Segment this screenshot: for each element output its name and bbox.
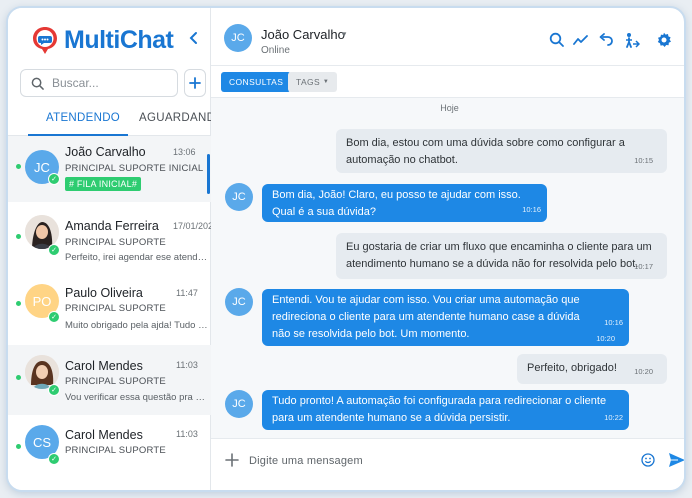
search-icon[interactable] [549, 32, 565, 48]
message-time: 10:17 [634, 262, 653, 271]
message-time: 10:16 [604, 318, 623, 327]
message-area[interactable]: Hoje Bom dia, estou com uma dúvida sobre… [211, 98, 684, 438]
contact-last-message: Muito obrigado pela ajda! Tudo resolvido [65, 320, 208, 331]
contact-queue: PRINCIPAL SUPORTE [65, 445, 166, 456]
message-incoming: Entendi. Vou te ajudar com isso. Vou cri… [262, 289, 629, 346]
message-outgoing: Perfeito, obrigado! 10:20 [517, 354, 667, 384]
queue-tag: # FILA INICIAL# [65, 177, 142, 191]
caret-down-icon[interactable]: ▼ [340, 30, 348, 39]
contact-avatar[interactable]: JC [224, 24, 252, 52]
contact-time: 13:06 [173, 147, 196, 157]
consultas-button[interactable]: CONSULTAS [221, 72, 292, 92]
message-outgoing: Bom dia, estou com uma dúvida sobre como… [336, 129, 667, 173]
tab-atendendo[interactable]: ATENDENDO [46, 112, 120, 124]
chat-header: JC João Carvalho ▼ Online [211, 8, 684, 66]
search-box[interactable] [20, 69, 178, 97]
online-indicator [16, 164, 21, 169]
undo-icon[interactable] [598, 32, 614, 48]
agent-avatar: JC [225, 183, 253, 211]
check-icon: ✓ [48, 244, 60, 256]
contact-item[interactable]: ✓ Amanda Ferreira 17/01/2020 PRINCIPAL S… [8, 207, 218, 273]
plus-icon [189, 77, 201, 89]
online-indicator [16, 444, 21, 449]
add-conversation-button[interactable] [184, 69, 206, 97]
contact-item[interactable]: PO ✓ Paulo Oliveira 11:47 PRINCIPAL SUPO… [8, 276, 211, 342]
contact-item[interactable]: CS ✓ Carol Mendes 11:03 PRINCIPAL SUPORT… [8, 418, 211, 484]
trend-icon[interactable] [573, 32, 589, 48]
check-icon: ✓ [48, 311, 60, 323]
send-icon[interactable] [668, 451, 684, 469]
brand-name: MultiChat [64, 25, 174, 54]
message-text: Tudo pronto! A automação foi configurada… [272, 395, 607, 424]
selected-indicator [207, 154, 210, 194]
message-composer [211, 438, 684, 490]
online-indicator [16, 234, 21, 239]
check-icon: ✓ [48, 173, 60, 185]
attach-plus-icon[interactable] [225, 451, 239, 472]
message-time: 10:20 [596, 334, 615, 343]
conversation-tabs: ATENDENDO AGUARDANDO [8, 104, 224, 136]
message-text: Perfeito, obrigado! [527, 362, 617, 374]
message-text: Bom dia, estou com uma dúvida sobre como… [346, 137, 625, 166]
contact-name: Amanda Ferreira [65, 219, 159, 233]
app-window: MultiChat ATENDENDO AGUARDANDO JC ✓ João… [6, 6, 686, 492]
message-text: Entendi. Vou te ajudar com isso. Vou cri… [272, 294, 580, 340]
chevron-left-icon [189, 32, 197, 44]
contact-name: Carol Mendes [65, 359, 143, 373]
day-separator: Hoje [440, 103, 459, 113]
collapse-sidebar-button[interactable] [188, 30, 202, 48]
contact-queue: PRINCIPAL SUPORTE [65, 237, 166, 248]
message-time: 10:16 [522, 205, 541, 214]
message-text: Eu gostaria de criar um fluxo que encami… [346, 241, 652, 270]
tags-button[interactable]: TAGS ▼ [288, 72, 338, 92]
tags-label: TAGS [296, 77, 321, 87]
multichat-logo-icon [30, 25, 60, 55]
message-time: 10:20 [634, 367, 653, 376]
agent-avatar: JC [225, 288, 253, 316]
check-icon: ✓ [48, 453, 60, 465]
contact-time: 11:03 [176, 360, 198, 370]
online-indicator [16, 375, 21, 380]
check-icon: ✓ [48, 384, 60, 396]
transfer-agent-icon[interactable] [624, 32, 641, 48]
search-icon [31, 77, 44, 90]
message-incoming: Bom dia, João! Claro, eu posso te ajudar… [262, 184, 547, 222]
chat-toolbar: CONSULTAS TAGS ▼ [211, 66, 684, 98]
message-outgoing: Eu gostaria de criar um fluxo que encami… [336, 233, 667, 279]
contact-name: Paulo Oliveira [65, 286, 143, 300]
contact-queue: PRINCIPAL SUPORTE [65, 376, 166, 387]
online-indicator [16, 301, 21, 306]
contact-status: Online [261, 45, 290, 56]
message-time: 10:15 [634, 156, 653, 165]
contact-name: Carol Mendes [65, 428, 143, 442]
sidebar: MultiChat ATENDENDO AGUARDANDO JC ✓ João… [8, 8, 224, 490]
message-time: 10:22 [604, 413, 623, 422]
brand: MultiChat [30, 25, 174, 55]
message-input[interactable] [249, 449, 653, 473]
chat-panel: JC João Carvalho ▼ Online CONSULTAS TAGS… [211, 8, 684, 490]
contact-queue: PRINCIPAL SUPORTE [65, 303, 166, 314]
caret-down-icon: ▼ [322, 79, 330, 85]
gear-icon[interactable] [656, 32, 672, 48]
emoji-icon[interactable] [641, 453, 655, 467]
message-text: Bom dia, João! Claro, eu posso te ajudar… [272, 189, 521, 218]
search-input[interactable] [52, 76, 162, 90]
contact-last-message: Vou verificar essa questão pra você e já… [65, 392, 208, 403]
contact-name[interactable]: João Carvalho [261, 27, 345, 42]
contact-name: João Carvalho [65, 145, 146, 159]
contact-time: 11:47 [176, 288, 198, 298]
contact-last-message: Perfeito, irei agendar ese atendimento [65, 252, 208, 263]
contact-item[interactable]: JC ✓ João Carvalho 13:06 PRINCIPAL SUPOR… [8, 136, 211, 202]
agent-avatar: JC [225, 390, 253, 418]
contact-time: 11:03 [176, 429, 198, 439]
message-incoming: Tudo pronto! A automação foi configurada… [262, 390, 629, 430]
contact-item[interactable]: ✓ Carol Mendes 11:03 PRINCIPAL SUPORTE V… [8, 345, 211, 415]
contact-queue: PRINCIPAL SUPORTE INICIAL [65, 163, 204, 174]
